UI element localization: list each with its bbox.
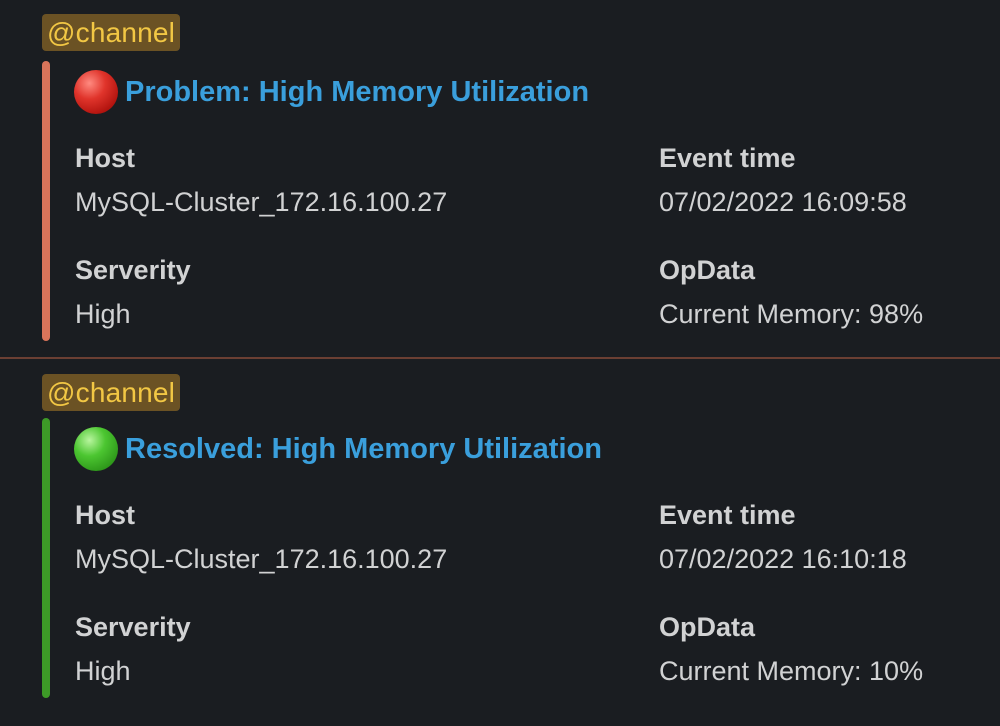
alert-message-problem: @channel Problem: High Memory Utilizatio… xyxy=(0,0,1000,358)
attachment-title-row: Resolved: High Memory Utilization xyxy=(74,427,602,471)
channel-mention[interactable]: @channel xyxy=(42,374,181,411)
field-value: 07/02/2022 16:09:58 xyxy=(659,187,907,217)
green-circle-icon xyxy=(74,427,118,471)
red-circle-icon xyxy=(74,70,118,114)
field-label: OpData xyxy=(659,255,756,285)
field-label: Serverity xyxy=(75,255,191,285)
field-label: OpData xyxy=(659,612,756,642)
attachment-title-row: Problem: High Memory Utilization xyxy=(74,70,589,114)
field-value: MySQL-Cluster_172.16.100.27 xyxy=(75,544,448,574)
field-value: High xyxy=(75,656,131,686)
field-host: Host MySQL-Cluster_172.16.100.27 xyxy=(75,141,448,219)
attachment-accent-bar xyxy=(42,418,50,698)
field-value: Current Memory: 98% xyxy=(659,299,924,329)
attachment-accent-bar xyxy=(42,61,50,341)
field-label: Event time xyxy=(659,500,796,530)
field-opdata: OpData Current Memory: 98% xyxy=(659,253,989,331)
field-value: High xyxy=(75,299,131,329)
attachment-title-link[interactable]: Resolved: High Memory Utilization xyxy=(125,433,602,466)
field-label: Event time xyxy=(659,143,796,173)
field-event-time: Event time 07/02/2022 16:09:58 xyxy=(659,141,989,219)
field-label: Host xyxy=(75,143,135,173)
field-label: Serverity xyxy=(75,612,191,642)
field-host: Host MySQL-Cluster_172.16.100.27 xyxy=(75,498,448,576)
field-event-time: Event time 07/02/2022 16:10:18 xyxy=(659,498,989,576)
alert-message-resolved: @channel Resolved: High Memory Utilizati… xyxy=(0,359,1000,726)
field-severity: Serverity High xyxy=(75,253,405,331)
attachment-title-link[interactable]: Problem: High Memory Utilization xyxy=(125,76,589,109)
field-value: 07/02/2022 16:10:18 xyxy=(659,544,907,574)
channel-mention[interactable]: @channel xyxy=(42,14,181,51)
field-value: MySQL-Cluster_172.16.100.27 xyxy=(75,187,448,217)
field-value: Current Memory: 10% xyxy=(659,656,924,686)
alert-attachment: Problem: High Memory Utilization Host My… xyxy=(42,61,962,341)
alert-attachment: Resolved: High Memory Utilization Host M… xyxy=(42,418,962,698)
field-severity: Serverity High xyxy=(75,610,405,688)
field-opdata: OpData Current Memory: 10% xyxy=(659,610,989,688)
field-label: Host xyxy=(75,500,135,530)
